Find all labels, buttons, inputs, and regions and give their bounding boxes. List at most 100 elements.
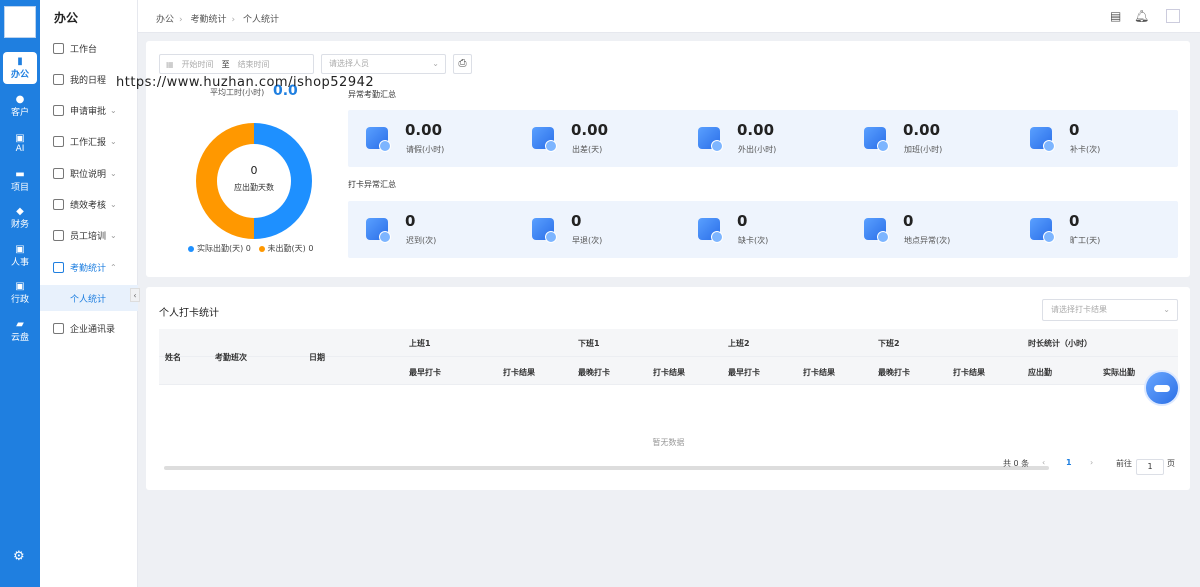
admin-icon: ▣ [15,281,25,292]
sidebar-item-workbench[interactable]: 工作台 [40,35,138,61]
chevron-down-icon: ⌄ [110,168,117,178]
sidebar-item-training[interactable]: 员工培训 ⌄ [40,222,138,248]
goto-page-input[interactable]: 1 [1136,459,1164,475]
sidebar-item-position[interactable]: 职位说明 ⌄ [40,160,138,186]
col-sub: 打卡结果 [503,368,535,377]
monitor-icon [53,42,64,54]
rail-item-cloud-disk[interactable]: ▰ 云盘 [3,315,37,347]
pagination-total: 共 0 条 [1003,459,1030,468]
start-date-input[interactable]: 开始时间 [182,59,214,70]
sidebar-subitem-personal-stats[interactable]: 个人统计 [40,285,138,311]
rail-item-customer[interactable]: ● 客户 [3,90,37,122]
outing-icon [698,127,723,152]
col-sub: 最早打卡 [728,368,760,377]
date-range-picker[interactable]: ▦ 开始时间 至 结束时间 [159,54,314,74]
col-shift: 考勤班次 [215,353,247,362]
stat-label: 加班(小时) [904,145,943,154]
approval-icon [53,104,64,116]
sidebar-item-directory[interactable]: 企业通讯录 [40,315,138,341]
donut-value: 0 [250,164,258,177]
chevron-down-icon: ⌄ [110,136,117,146]
chevron-down-icon: ⌄ [1163,305,1170,314]
sidebar-collapse-handle[interactable]: ‹ [130,288,140,302]
leave-icon [366,127,391,152]
col-sub: 应出勤 [1028,368,1052,377]
stat-business-trip: 0.00 出差(天) [514,110,674,167]
rail-item-finance[interactable]: ◆ 财务 [3,202,37,234]
stat-late: 0 迟到(次) [348,201,508,258]
page-number[interactable]: 1 [1066,458,1072,467]
rail-item-admin[interactable]: ▣ 行政 [3,277,37,309]
col-group-in1: 上班1 [409,339,431,348]
sidebar-item-report[interactable]: 工作汇报 ⌄ [40,128,138,154]
avatar[interactable] [1166,9,1180,23]
col-group-out2: 下班2 [878,339,900,348]
chevron-down-icon: ⌄ [432,59,439,68]
calendar-icon [53,73,64,85]
rail-item-office[interactable]: ▮ 办公 [3,52,37,84]
stat-makeup-card: 0 补卡(次) [1012,110,1172,167]
print-button[interactable]: ⎙ [453,54,472,74]
breadcrumb-item[interactable]: 办公 [156,15,174,25]
app-logo [4,6,36,38]
rail-item-project[interactable]: ▬ 项目 [3,165,37,197]
training-icon [53,229,64,241]
col-group-in2: 上班2 [728,339,750,348]
hr-icon: ▣ [15,244,25,255]
clock-result-select[interactable]: 请选择打卡结果 ⌄ [1042,299,1178,321]
rail-item-ai[interactable]: ▣ AI [3,127,37,159]
sidebar-item-attendance[interactable]: 考勤统计 ⌃ [40,254,138,280]
stat-label: 早退(次) [572,236,603,245]
stat-absenteeism: 0 旷工(天) [1012,201,1172,258]
stat-early-leave: 0 早退(次) [514,201,674,258]
next-page-icon[interactable]: › [1090,458,1093,467]
stat-value: 0 [1069,121,1080,139]
breadcrumb: 办公 › 考勤统计 › 个人统计 [156,12,284,25]
breadcrumb-item[interactable]: 考勤统计 [191,15,227,25]
goto-label: 前往 [1116,459,1132,468]
clock-table-card: 个人打卡统计 请选择打卡结果 ⌄ 姓名 考勤班次 日期 上班1 下班1 上班2 下… [146,287,1190,490]
stat-value: 0.00 [903,121,941,139]
clock-table-title: 个人打卡统计 [159,308,219,319]
donut-segment-absent [196,123,254,239]
col-sub: 最晚打卡 [578,368,610,377]
document-icon[interactable]: ▤ [1110,9,1121,23]
stat-missing-card: 0 缺卡(次) [680,201,840,258]
stat-label: 补卡(次) [1070,145,1101,154]
abnormal-summary-panel: 0.00 请假(小时) 0.00 出差(天) 0.00 外出(小时) 0.00 加班(小… [348,110,1178,167]
stat-label: 旷工(天) [1070,236,1101,245]
absenteeism-icon [1030,218,1055,243]
overview-card: ▦ 开始时间 至 结束时间 请选择人员 ⌄ ⎙ 平均工时(小时) 0.0 http… [116,41,1190,277]
horizontal-scrollbar[interactable] [164,466,1049,470]
sidebar-item-approval[interactable]: 申请审批 ⌄ [40,97,138,123]
stat-location-abnormal: 0 地点异常(次) [846,201,1006,258]
makeup-card-icon [1030,127,1055,152]
legend-absent-label: 未出勤(天) [267,244,306,253]
stat-overtime: 0.00 加班(小时) [846,110,1006,167]
stat-value: 0 [1069,212,1080,230]
abnormal-summary-title: 异常考勤汇总 [348,90,396,99]
overtime-icon [864,127,889,152]
assistant-robot-icon[interactable] [1144,370,1180,406]
stat-value: 0 [737,212,748,230]
col-sub: 最晚打卡 [878,368,910,377]
stat-label: 地点异常(次) [904,236,951,245]
col-date: 日期 [309,353,325,362]
prev-page-icon[interactable]: ‹ [1042,458,1045,467]
sidebar-item-performance[interactable]: 绩效考核 ⌄ [40,191,138,217]
col-sub: 打卡结果 [953,368,985,377]
bell-icon[interactable]: 🔔︎ [1134,9,1149,23]
chevron-right-icon: › [231,15,236,25]
missing-card-icon [698,218,723,243]
stat-value: 0 [571,212,582,230]
person-select[interactable]: 请选择人员 ⌄ [321,54,446,74]
legend-actual-value: 0 [245,244,251,253]
rail-item-hr[interactable]: ▣ 人事 [3,240,37,272]
finance-icon: ◆ [16,206,24,217]
gear-icon[interactable]: ⚙ [13,549,25,564]
watermark-url: https://www.huzhan.com/ishop52942 [116,75,375,90]
range-separator: 至 [221,59,230,69]
robot-eyes [1154,385,1170,392]
end-date-input[interactable]: 结束时间 [238,59,270,70]
app-rail: ▮ 办公 ● 客户 ▣ AI ▬ 项目 ◆ 财务 ▣ 人事 ▣ 行政 ▰ 云盘 ⚙ [0,0,40,587]
